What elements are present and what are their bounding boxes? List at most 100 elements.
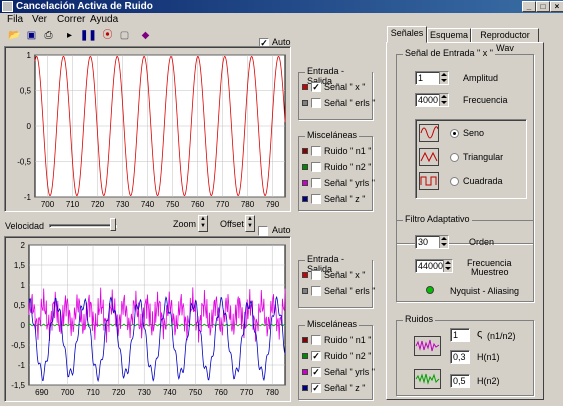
- y-tick-label: 0,5: [20, 87, 32, 96]
- color-swatch: [302, 84, 308, 90]
- stop-icon[interactable]: ⦿: [100, 28, 115, 43]
- x-tick-label: 760: [191, 200, 205, 209]
- auto-checkbox-bottom[interactable]: [258, 226, 268, 236]
- waveform-selector: Seno Triangular Cuadrada: [415, 119, 527, 199]
- x-tick-label: 750: [189, 388, 203, 397]
- seno-label: Seno: [463, 128, 485, 138]
- color-swatch: [302, 196, 308, 202]
- spin-arrows-icon[interactable]: [439, 94, 448, 106]
- help-book-icon[interactable]: ◆: [138, 28, 153, 43]
- y-tick-label: 1: [21, 281, 26, 290]
- x-tick-label: 740: [141, 200, 155, 209]
- radio-seno[interactable]: [450, 129, 459, 138]
- signal-checkbox[interactable]: [311, 98, 321, 108]
- velocidad-slider-thumb[interactable]: [110, 218, 116, 231]
- group-miscelaneas-top: Misceláneas Ruido " n1 " Ruido " n2 " Seña…: [298, 130, 375, 211]
- play-icon[interactable]: ▸: [62, 28, 77, 43]
- offset-label: Offset: [220, 219, 244, 229]
- menu-ver[interactable]: Ver: [32, 14, 47, 25]
- bottom-plot-svg: 2 1,5 1 0,5 0 -0,5 -1 -1,5 690 700 710 720 730 740 750…: [11, 241, 286, 397]
- amplitud-spinner[interactable]: 1: [415, 71, 449, 85]
- x-tick-label: 780: [266, 388, 280, 397]
- tab-reproductor-wav[interactable]: Reproductor Wav: [471, 28, 539, 53]
- spin-arrows-icon[interactable]: [443, 260, 452, 272]
- frecuencia-value: 4000: [418, 95, 439, 105]
- x-tick-label: 770: [216, 200, 230, 209]
- pause-icon[interactable]: ❚❚: [80, 28, 97, 43]
- y-tick-label: 2: [21, 241, 26, 250]
- tab-panel: Señal de Entrada " x " 1 Amplitud 4000 F…: [386, 42, 544, 400]
- signal-checkbox[interactable]: ✓: [311, 351, 321, 361]
- tab-esquema[interactable]: Esquema: [427, 28, 471, 43]
- title-bar: Cancelación Activa de Ruido _ □ ×: [0, 0, 563, 13]
- frecuencia-muestreo-value: 44000: [418, 261, 444, 271]
- x-tick-label: 710: [66, 200, 80, 209]
- open-folder-icon[interactable]: 📂: [7, 28, 22, 43]
- x-tick-label: 760: [214, 388, 228, 397]
- print-icon[interactable]: ⎙: [41, 28, 56, 43]
- h-n1-field[interactable]: 0,3: [450, 350, 470, 364]
- signal-checkbox[interactable]: [311, 270, 321, 280]
- h-n2-field[interactable]: 0,5: [450, 374, 470, 388]
- orden-value: 30: [418, 237, 429, 247]
- y-tick-label: 1,5: [14, 261, 26, 270]
- y-tick-label: -0,5: [17, 158, 31, 167]
- zoom-label: Zoom: [173, 219, 197, 229]
- noise-n2-icon[interactable]: [414, 369, 441, 389]
- x-tick-label: 700: [61, 388, 75, 397]
- tab-senales[interactable]: Señales: [387, 26, 427, 43]
- x-tick-label: 720: [91, 200, 105, 209]
- minimize-button[interactable]: _: [522, 1, 536, 12]
- zoom-spinner[interactable]: ▲ ▼: [198, 215, 208, 232]
- y-tick-label: 1: [27, 51, 32, 60]
- app-icon: [2, 1, 13, 12]
- save-icon[interactable]: ▣: [24, 28, 39, 43]
- bottom-signal-plot: 2 1,5 1 0,5 0 -0,5 -1 -1,5 690 700 710 720 730 740 750…: [4, 236, 291, 402]
- spin-arrows-icon[interactable]: [439, 72, 448, 84]
- color-swatch: [302, 288, 308, 294]
- signal-checkbox[interactable]: [311, 194, 321, 204]
- signal-checkbox[interactable]: ✓: [311, 383, 321, 393]
- frecuencia-spinner[interactable]: 4000: [415, 93, 449, 107]
- y-tick-label: 0,5: [14, 301, 26, 310]
- group-title: Filtro Adaptativo: [403, 214, 472, 224]
- radio-cuadrada[interactable]: [450, 177, 459, 186]
- close-button[interactable]: ×: [550, 1, 563, 12]
- color-swatch: [302, 272, 308, 278]
- signal-checkbox[interactable]: ✓: [311, 367, 321, 377]
- x-tick-label: 730: [138, 388, 152, 397]
- menu-ayuda[interactable]: Ayuda: [90, 14, 118, 25]
- signal-checkbox[interactable]: ✓: [311, 82, 321, 92]
- clear-icon[interactable]: ▢: [117, 28, 132, 43]
- signal-checkbox[interactable]: [311, 146, 321, 156]
- maximize-button[interactable]: □: [536, 1, 550, 12]
- signal-checkbox[interactable]: [311, 162, 321, 172]
- menu-correr[interactable]: Correr: [57, 14, 85, 25]
- y-tick-label: 0: [21, 321, 26, 330]
- offset-spinner[interactable]: ▲ ▼: [245, 215, 255, 232]
- signal-label: Ruido " n1 ": [324, 146, 372, 156]
- radio-triangular[interactable]: [450, 153, 459, 162]
- triangle-wave-icon[interactable]: [419, 148, 439, 166]
- orden-spinner[interactable]: 30: [415, 235, 449, 249]
- ratio-field[interactable]: 1: [450, 328, 470, 342]
- nyquist-led-icon: [426, 286, 434, 294]
- spin-arrows-icon[interactable]: [439, 236, 448, 248]
- signal-checkbox[interactable]: [311, 286, 321, 296]
- group-title: Señal de Entrada " x ": [403, 48, 495, 58]
- velocidad-slider-track[interactable]: [49, 224, 117, 228]
- x-tick-label: 750: [166, 200, 180, 209]
- signal-label: Señal " erls ": [324, 98, 376, 108]
- sigma-symbol: ς: [477, 328, 483, 340]
- square-wave-icon[interactable]: [419, 172, 439, 190]
- color-swatch: [302, 180, 308, 186]
- signal-checkbox[interactable]: [311, 178, 321, 188]
- sine-wave-icon[interactable]: [419, 124, 439, 142]
- x-tick-label: 770: [240, 388, 254, 397]
- noise-n1-icon[interactable]: [414, 336, 441, 356]
- x-tick-label: 740: [163, 388, 177, 397]
- color-swatch: [302, 385, 308, 391]
- menu-fila[interactable]: Fila: [7, 14, 23, 25]
- frecuencia-muestreo-spinner[interactable]: 44000: [415, 259, 453, 273]
- signal-checkbox[interactable]: [311, 335, 321, 345]
